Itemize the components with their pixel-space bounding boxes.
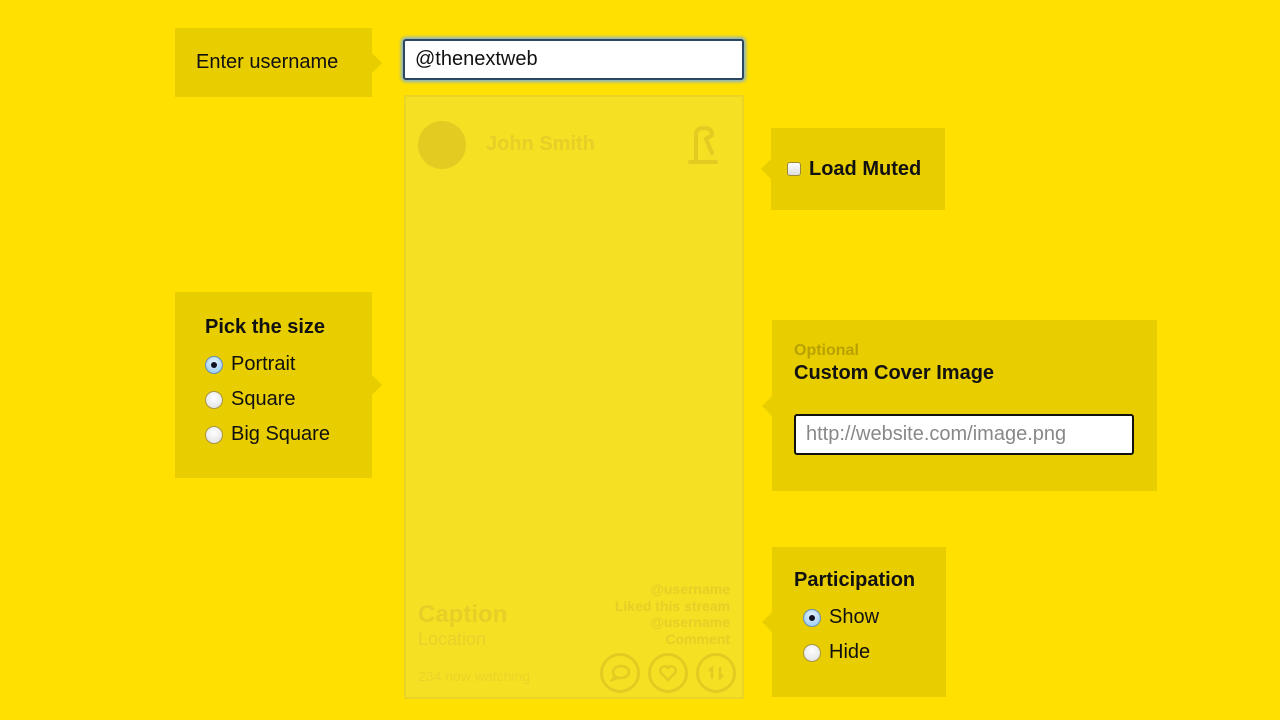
radio[interactable] [205, 425, 223, 444]
participation-option-hide[interactable]: Hide [794, 635, 946, 670]
size-option-square[interactable]: Square [205, 382, 372, 417]
option-label: Hide [829, 641, 871, 663]
option-label: Square [231, 388, 296, 410]
radio-selected[interactable] [803, 608, 821, 627]
activity-user: @username [650, 581, 730, 597]
cover-image-panel: Optional Custom Cover Image [762, 320, 1157, 491]
participation-title: Participation [794, 569, 916, 591]
radio[interactable] [803, 643, 821, 662]
activity-text: Comment [665, 630, 730, 647]
preview-name: John Smith [486, 133, 595, 155]
option-label: Portrait [231, 353, 296, 375]
option-label: Big Square [231, 423, 330, 445]
cover-image-url-input[interactable] [794, 414, 1134, 455]
size-option-portrait[interactable]: Portrait [205, 347, 372, 382]
optional-label: Optional [794, 342, 859, 359]
cover-title: Custom Cover Image [794, 362, 995, 384]
preview-activity: @username Liked this stream @username Co… [615, 581, 730, 647]
activity-user: @username [650, 614, 730, 630]
radio-selected[interactable] [205, 355, 223, 374]
comment-icon [600, 653, 640, 693]
logo-icon [686, 125, 720, 170]
load-muted-panel: Load Muted [761, 128, 945, 210]
heart-icon [648, 653, 688, 693]
size-title: Pick the size [205, 316, 326, 338]
load-muted-label: Load Muted [809, 157, 922, 180]
username-label: Enter username [196, 51, 339, 73]
option-label: Show [829, 606, 880, 628]
preview-location: Location [418, 629, 487, 649]
username-input[interactable] [403, 39, 744, 80]
stream-preview: John Smith Caption Location 234 now watc… [404, 95, 744, 699]
participation-option-show[interactable]: Show [794, 600, 946, 635]
restream-icon [696, 653, 736, 693]
preview-watching-count: 234 now watching [418, 668, 531, 684]
preview-actions [600, 653, 736, 693]
preview-caption: Caption [418, 601, 508, 628]
load-muted-checkbox[interactable] [787, 162, 801, 176]
username-label-panel: Enter username [175, 28, 382, 97]
size-panel: Pick the size Portrait Square Big Square [175, 292, 382, 478]
avatar [418, 121, 466, 169]
size-option-big-square[interactable]: Big Square [205, 417, 372, 452]
activity-text: Liked this stream [614, 597, 730, 614]
participation-panel: Participation Show Hide [762, 547, 946, 697]
radio[interactable] [205, 390, 223, 409]
